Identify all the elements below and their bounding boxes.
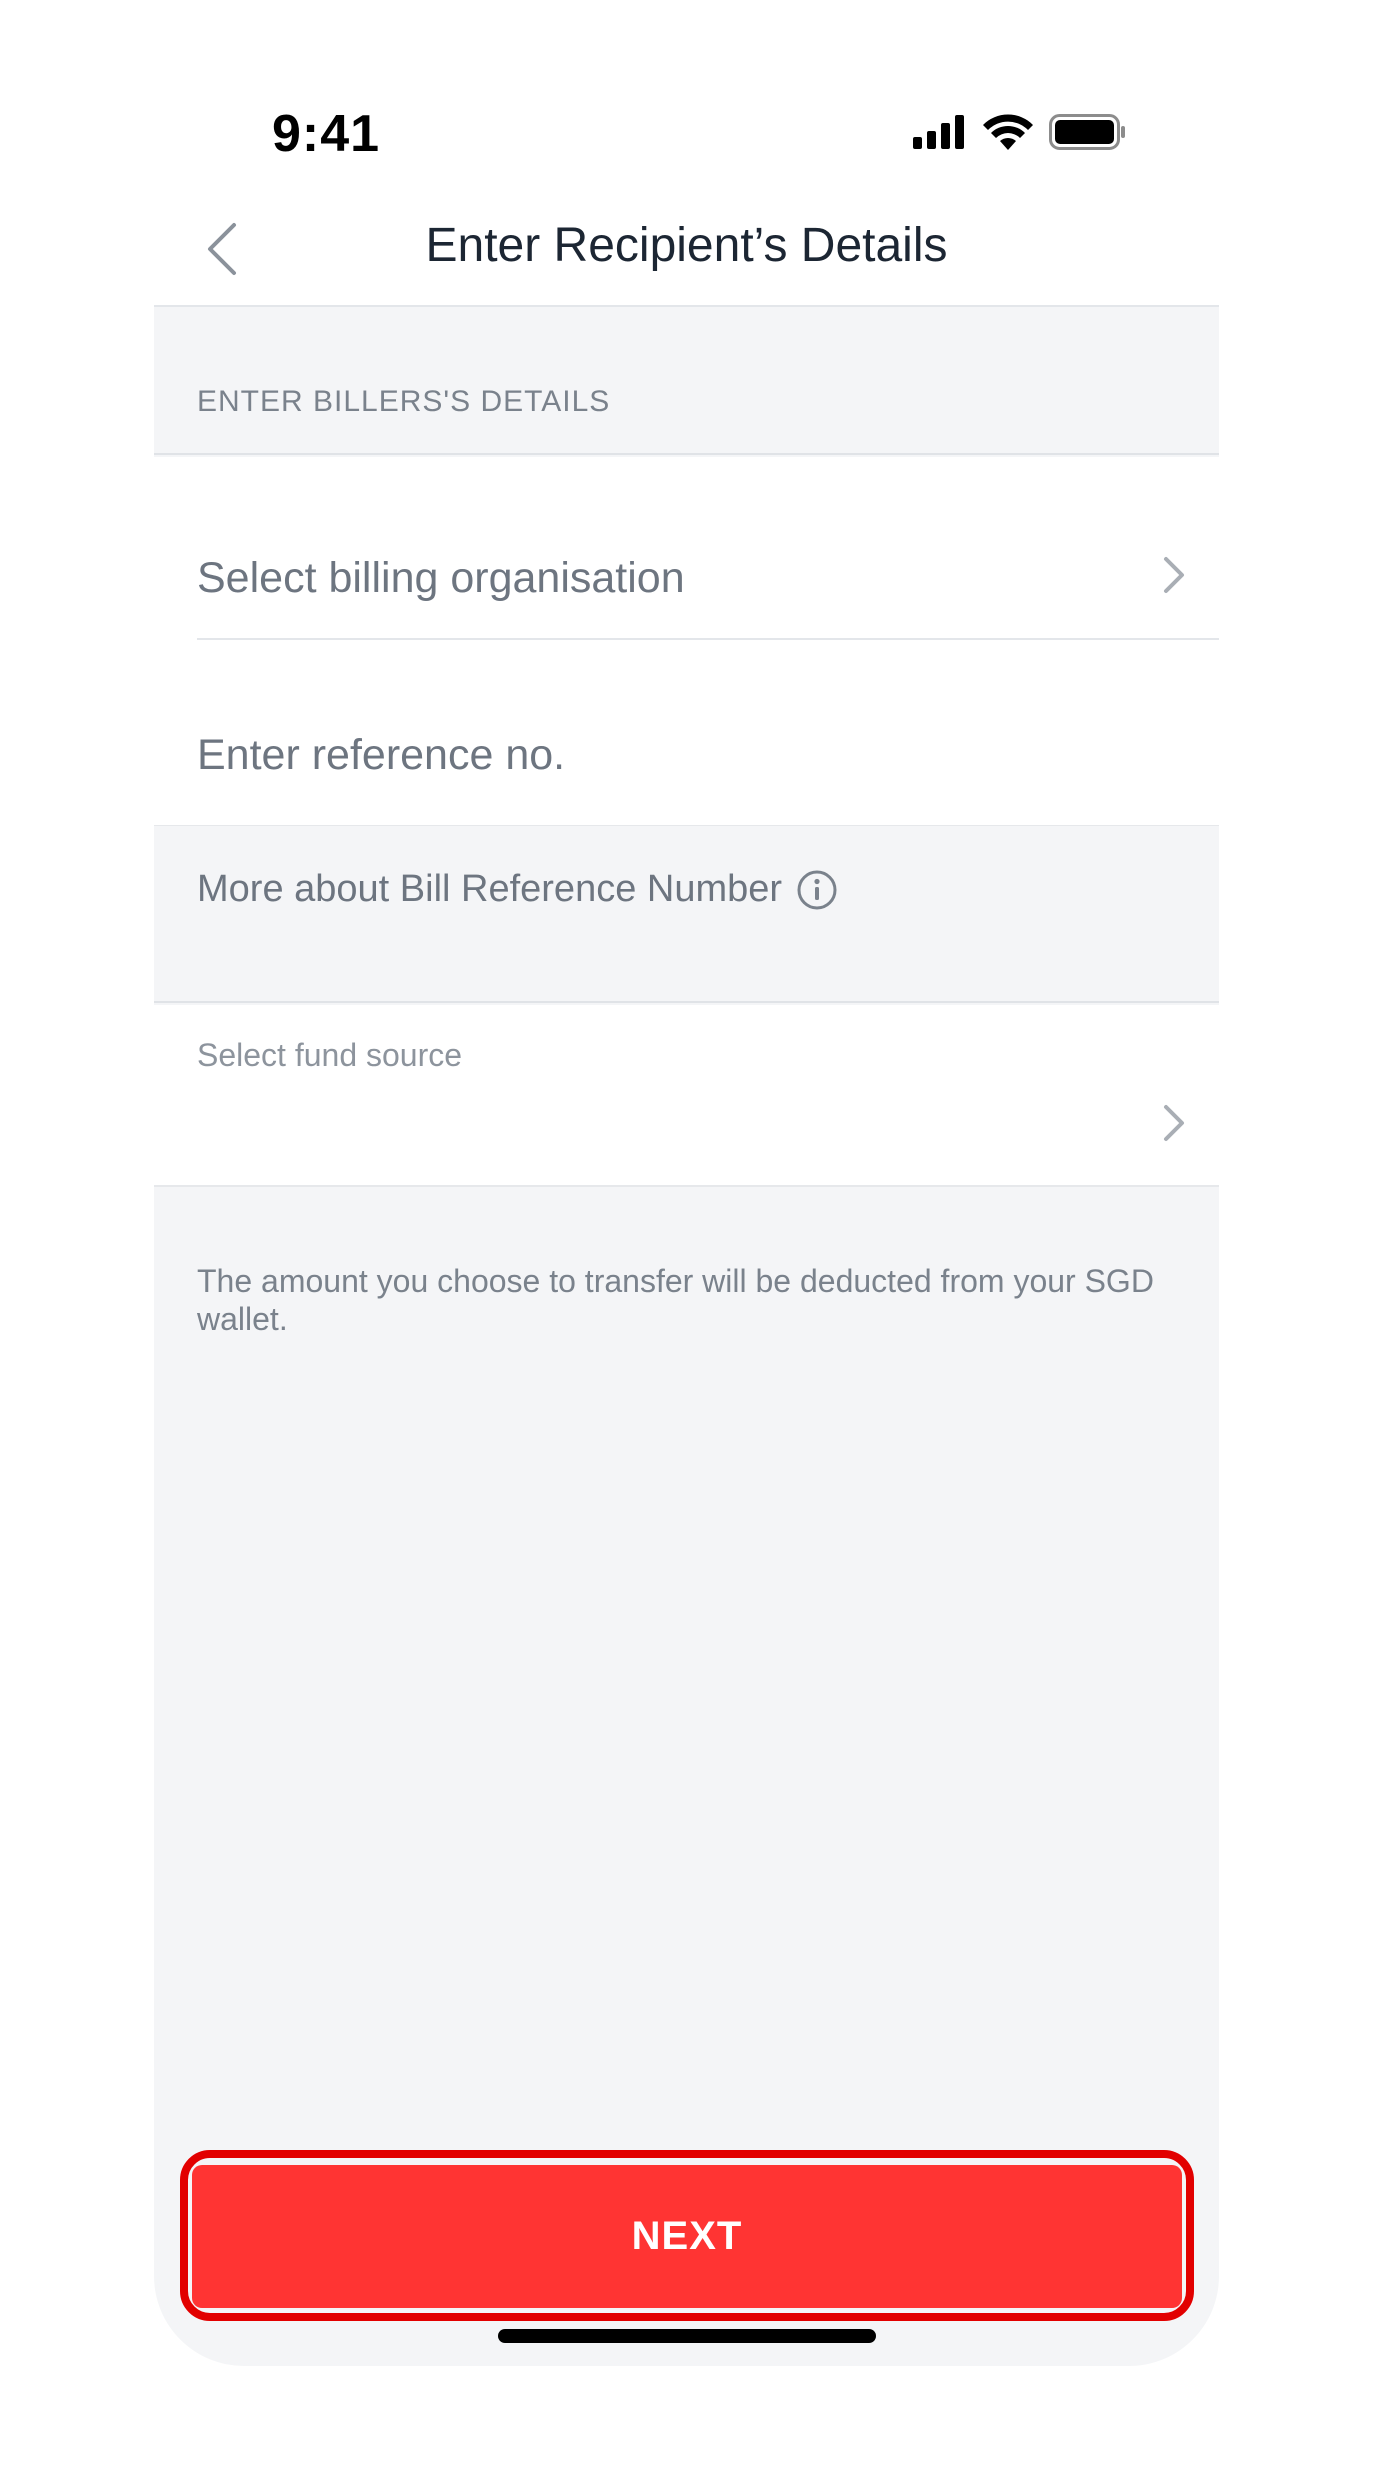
home-indicator [498, 2329, 876, 2343]
fund-source-selector[interactable]: Select fund source [154, 1005, 1219, 1187]
bill-reference-info-link[interactable]: More about Bill Reference Number [197, 868, 838, 911]
nav-bar: Enter Recipient’s Details [154, 195, 1219, 307]
fund-source-label: Select fund source [197, 1037, 463, 1073]
next-button[interactable]: NEXT [192, 2165, 1182, 2308]
chevron-right-icon [1164, 557, 1184, 593]
cellular-signal-icon [913, 115, 964, 149]
phone-screen: 9:41 Enter Recipient’s Details ENTER BIL… [154, 0, 1219, 2366]
wallet-deduction-note: The amount you choose to transfer will b… [197, 1263, 1154, 1337]
status-time: 9:41 [272, 105, 381, 163]
billing-organisation-label: Select billing organisation [197, 554, 685, 602]
battery-icon [1049, 114, 1125, 150]
info-icon[interactable] [796, 869, 838, 911]
section-header-label: ENTER BILLERS'S DETAILS [197, 385, 611, 418]
page-title: Enter Recipient’s Details [425, 219, 948, 272]
bill-reference-info-section: More about Bill Reference Number [154, 825, 1219, 1003]
wifi-icon [983, 114, 1033, 150]
status-icons [913, 112, 1127, 152]
bill-reference-info-label: More about Bill Reference Number [197, 868, 783, 910]
billing-organisation-selector[interactable]: Select billing organisation [197, 500, 1219, 640]
status-bar: 9:41 [154, 0, 1219, 195]
reference-number-input[interactable] [197, 710, 1177, 800]
chevron-right-icon [1164, 1105, 1184, 1141]
section-header: ENTER BILLERS'S DETAILS [154, 309, 1219, 455]
